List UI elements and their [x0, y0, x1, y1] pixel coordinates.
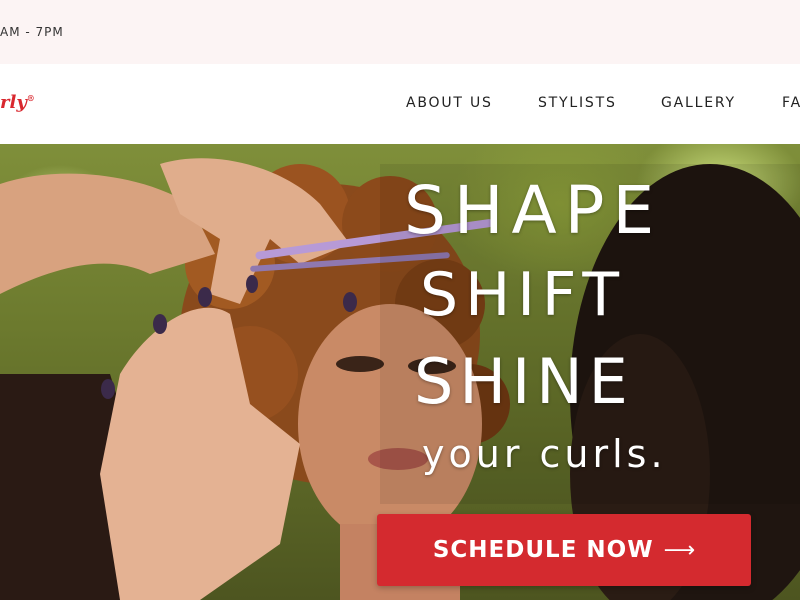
- hero-headline-shine: SHINE: [414, 345, 634, 418]
- nav-item-about-us[interactable]: ABOUT US: [406, 95, 493, 111]
- schedule-now-button[interactable]: SCHEDULE NOW ⟶: [377, 514, 751, 586]
- nav-item-stylists[interactable]: STYLISTS: [538, 95, 617, 111]
- site-logo[interactable]: rly®: [0, 92, 35, 113]
- logo-text: rly: [0, 92, 27, 113]
- hero-headline-shape: SHAPE: [404, 172, 663, 249]
- nav-item-faq[interactable]: FA: [782, 95, 800, 111]
- nav-item-gallery[interactable]: GALLERY: [661, 95, 736, 111]
- top-info-bar: AM - 7PM: [0, 0, 800, 64]
- schedule-now-label: SCHEDULE NOW: [432, 537, 654, 563]
- business-hours: AM - 7PM: [0, 25, 64, 39]
- arrow-right-icon: ⟶: [663, 537, 696, 563]
- registered-mark: ®: [26, 93, 35, 103]
- hero-headline-shift: SHIFT: [420, 260, 627, 330]
- hero-tagline: your curls.: [422, 432, 667, 476]
